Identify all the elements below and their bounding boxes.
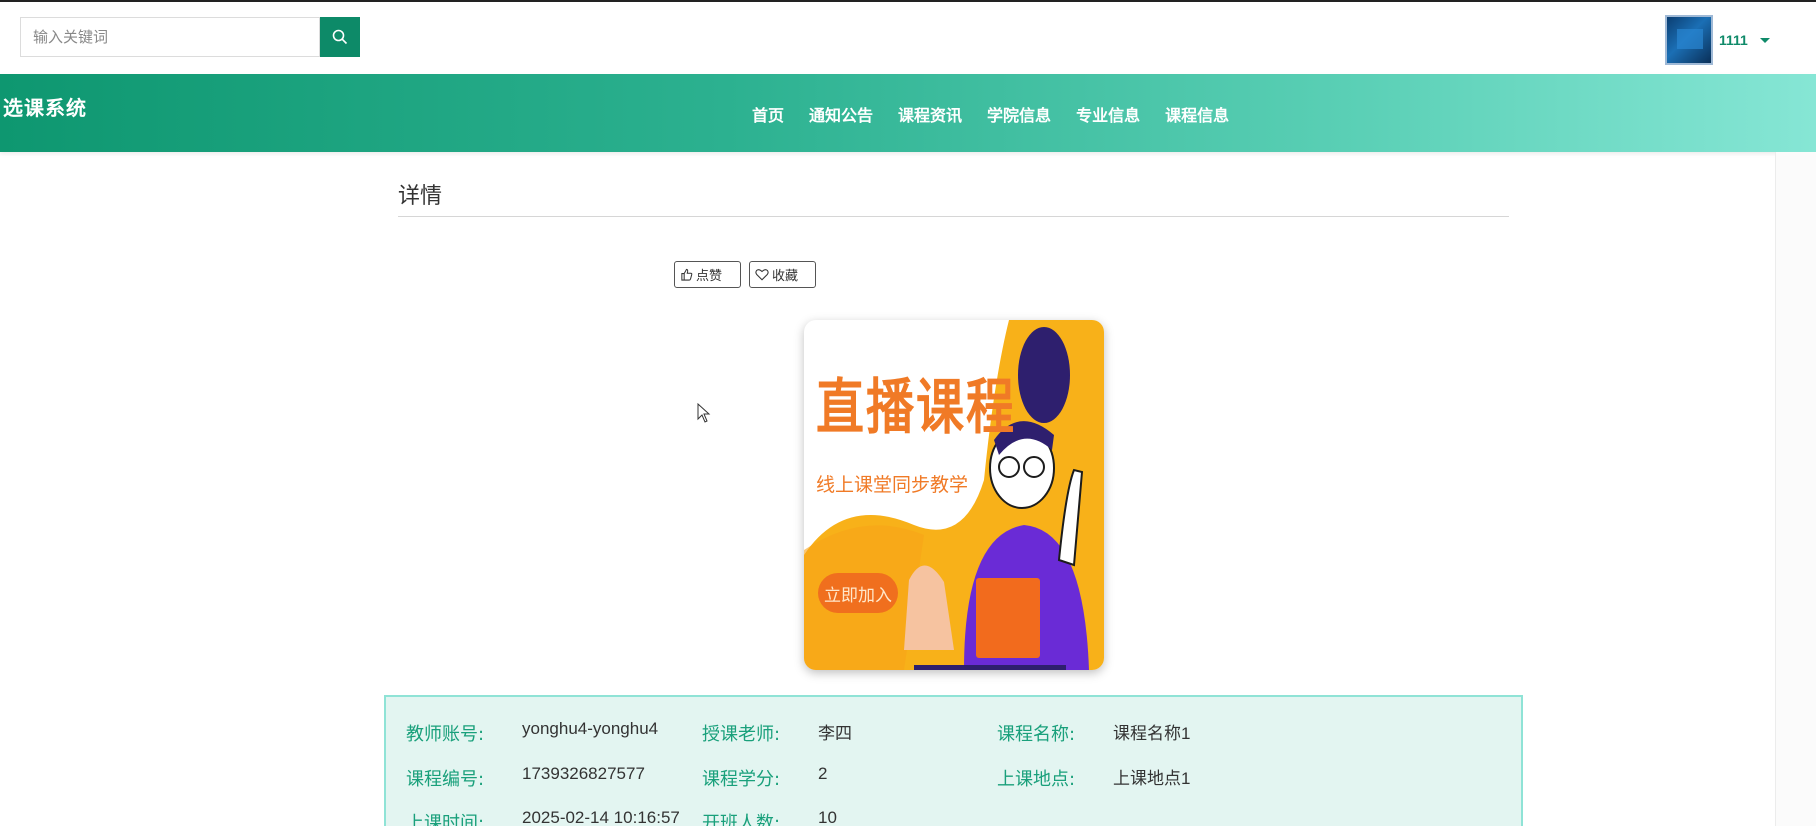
teacher-name-label: 授课老师: <box>702 724 781 745</box>
course-name-label: 课程名称: <box>997 724 1076 745</box>
favorite-label: 收藏 <box>772 269 799 284</box>
page-title: 详情 <box>398 184 443 209</box>
avatar[interactable] <box>1665 15 1713 65</box>
teacher-account-value: yonghu4-yonghu4 <box>522 719 659 738</box>
heart-icon <box>755 269 769 281</box>
nav-item-college-info[interactable]: 学院信息 <box>987 102 1051 126</box>
favorite-button[interactable]: 收藏 <box>749 261 816 288</box>
user-menu[interactable]: 1111 <box>1665 14 1770 66</box>
class-size-value: 10 <box>818 808 837 826</box>
course-info-panel: 教师账号: yonghu4-yonghu4 授课老师: 李四 课程名称: 课程名… <box>384 695 1523 826</box>
credits-label: 课程学分: <box>702 769 781 790</box>
nav-item-announcements[interactable]: 通知公告 <box>809 102 873 126</box>
nav-item-major-info[interactable]: 专业信息 <box>1076 102 1140 126</box>
title-divider <box>398 216 1509 217</box>
nav-item-course-info[interactable]: 课程信息 <box>1165 102 1229 126</box>
site-brand[interactable]: 选课系统 <box>3 92 87 121</box>
location-label: 上课地点: <box>997 769 1076 790</box>
course-code-value: 1739326827577 <box>522 764 645 783</box>
nav-bar: 选课系统 首页 通知公告 课程资讯 学院信息 专业信息 课程信息 <box>0 74 1816 152</box>
main-nav: 首页 通知公告 课程资讯 学院信息 专业信息 课程信息 <box>752 102 1229 126</box>
like-button[interactable]: 点赞 <box>674 261 741 288</box>
location-value: 上课地点1 <box>1113 769 1191 788</box>
search-button[interactable] <box>320 17 360 57</box>
class-time-label: 上课时间: <box>406 813 485 826</box>
image-title: 直播课程 <box>816 373 1017 443</box>
page: 1111 选课系统 首页 通知公告 课程资讯 学院信息 专业信息 课程信息 详情… <box>0 0 1816 826</box>
search-icon <box>332 29 348 45</box>
teacher-name-value: 李四 <box>818 724 852 743</box>
thumbs-up-icon <box>681 268 693 281</box>
credits-value: 2 <box>818 764 828 783</box>
class-time-value: 2025-02-14 10:16:57 <box>522 808 680 826</box>
nav-item-home[interactable]: 首页 <box>752 102 784 126</box>
teacher-account-label: 教师账号: <box>406 724 485 745</box>
username[interactable]: 1111 <box>1719 32 1748 48</box>
like-label: 点赞 <box>696 269 723 284</box>
course-image: 直播课程 线上课堂同步教学 立即加入 <box>804 320 1104 670</box>
image-join-badge: 立即加入 <box>818 573 898 613</box>
chevron-down-icon[interactable] <box>1759 37 1770 43</box>
scrollbar-track[interactable] <box>1775 152 1816 826</box>
mouse-cursor-icon <box>697 403 711 423</box>
course-name-value: 课程名称1 <box>1113 724 1191 743</box>
course-code-label: 课程编号: <box>406 769 485 790</box>
image-subtitle: 线上课堂同步教学 <box>816 474 969 496</box>
nav-item-course-news[interactable]: 课程资讯 <box>898 102 962 126</box>
search-box <box>20 17 320 57</box>
search-input[interactable] <box>21 18 319 56</box>
top-bar: 1111 <box>0 0 1816 74</box>
class-size-label: 开班人数: <box>702 813 781 826</box>
